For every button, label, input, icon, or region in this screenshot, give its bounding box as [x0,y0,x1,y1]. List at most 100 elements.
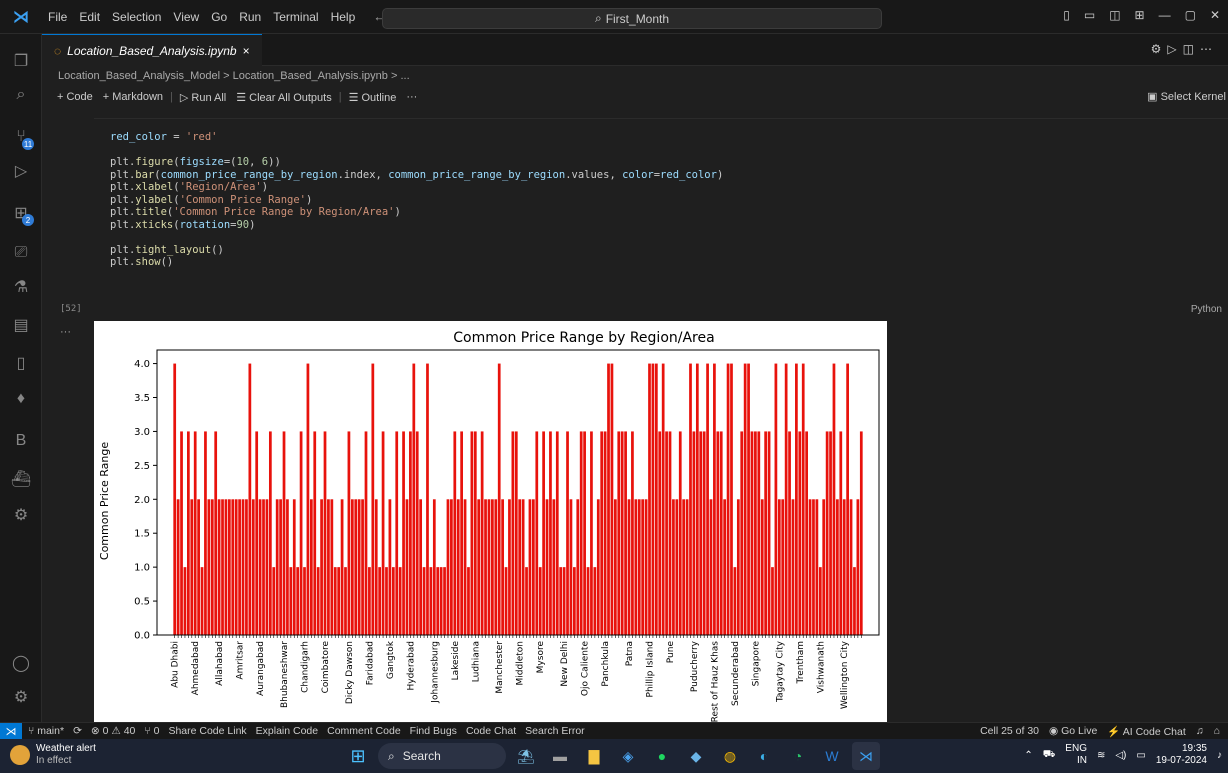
close-icon[interactable]: ✕ [1210,8,1220,22]
output-menu-button[interactable]: ··· [60,326,71,338]
chart-bar [525,567,528,635]
app-icon[interactable]: ◆ [682,742,710,770]
clock[interactable]: 19:35 19-07-2024 [1156,743,1207,767]
command-center-search[interactable]: ⌕ First_Month [382,8,882,29]
weather-alert-icon [10,745,30,765]
run-icon[interactable]: ▷ [1167,42,1182,56]
wifi-icon[interactable]: ≋ [1097,750,1105,761]
editor-tab-bar: ◌ Location_Based_Analysis.ipynb × ⚙▷◫⋯ [42,34,1228,66]
comment-code[interactable]: Comment Code [327,725,401,737]
cell-language[interactable]: Python [1191,304,1222,315]
chart-bar [234,499,238,635]
extensions-icon[interactable]: ⊞ 2 [8,200,34,226]
explain-code[interactable]: Explain Code [256,725,318,737]
clear-outputs-button[interactable]: ☰ Clear All Outputs [231,91,336,104]
search-error[interactable]: Search Error [525,725,585,737]
toggle-sidebar-icon[interactable]: ▯ [1063,8,1070,22]
menu-edit[interactable]: Edit [73,10,106,24]
split-editor-icon[interactable]: ◫ [1183,42,1200,56]
toggle-panel-icon[interactable]: ▭ [1084,8,1095,22]
code-cell[interactable]: red_color = 'red' plt.figure(figsize=(10… [94,118,1228,316]
sync-icon[interactable]: ⟳ [73,725,82,737]
menu-go[interactable]: Go [205,10,233,24]
accounts-icon[interactable]: ◯ [8,650,34,676]
chrome-icon[interactable]: ◍ [716,742,744,770]
source-control-icon[interactable]: ⑂ 11 [8,124,34,150]
find-bugs[interactable]: Find Bugs [410,725,457,737]
search-icon[interactable]: ⌕ [8,82,34,108]
tray-chevron-icon[interactable]: ⌃ [1024,750,1032,761]
menu-run[interactable]: Run [233,10,267,24]
tab-location-based-analysis[interactable]: ◌ Location_Based_Analysis.ipynb × [42,34,262,66]
spotify-icon[interactable]: ● [648,742,676,770]
settings-gear-icon[interactable]: ⚙ [8,684,34,710]
menu-file[interactable]: File [42,10,73,24]
tab-label: Location_Based_Analysis.ipynb [67,43,237,58]
chart-bar [665,431,668,635]
editor-scrollbar[interactable] [1220,312,1228,722]
share-code-link[interactable]: Share Code Link [168,725,246,737]
menu-help[interactable]: Help [325,10,362,24]
copilot-icon[interactable]: ⌂ [1214,725,1220,738]
language-indicator[interactable]: ENG IN [1065,743,1087,767]
notifications-bell-icon[interactable]: ♫ [1196,725,1204,738]
more-actions-icon[interactable]: ⋯ [1200,42,1218,56]
extension-gear-icon[interactable]: ⚙ [8,502,34,528]
battery-icon[interactable]: ▭ [1136,750,1145,761]
chart-bar [231,499,235,635]
layout-icon[interactable]: ⊞ [1135,8,1145,22]
notebook-toolbar: + Code + Markdown | ▷ Run All ☰ Clear Al… [42,86,1228,108]
ports-indicator[interactable]: ⑂ 0 [144,725,159,737]
toolbar-more-button[interactable]: ··· [401,91,422,103]
add-code-button[interactable]: + Code [52,91,98,103]
toggle-secondary-sidebar-icon[interactable]: ◫ [1109,8,1120,22]
code-chat[interactable]: Code Chat [466,725,516,737]
volume-icon[interactable]: ◁) [1115,750,1126,761]
y-tick-label: 2.5 [134,461,150,472]
vscode-taskbar-icon[interactable]: ⋊ [852,742,880,770]
maximize-icon[interactable]: ▢ [1185,8,1196,22]
minimize-icon[interactable]: — [1159,8,1171,22]
add-markdown-button[interactable]: + Markdown [98,91,168,103]
remote-indicator-icon[interactable]: ⋊ [0,722,22,740]
testing-icon[interactable]: ⚗ [8,274,34,300]
weather-widget[interactable]: Weather alert In effect [10,743,96,767]
select-kernel-button[interactable]: ▣ Select Kernel [1147,90,1226,103]
edge-icon[interactable]: ◐ [750,742,778,770]
run-all-button[interactable]: ▷ Run All [175,91,231,104]
windows-start-icon[interactable]: ⊞ [344,742,372,770]
tray-app-icon[interactable]: ⛟ [1043,749,1056,762]
menu-selection[interactable]: Selection [106,10,167,24]
chart-bar [610,363,614,635]
problems-indicator[interactable]: ⊗ 0 ⚠ 40 [91,725,135,737]
page-icon[interactable]: ▯ [8,350,34,376]
store-icon[interactable]: ◈ [614,742,642,770]
whatsapp-icon[interactable]: ◔ [784,742,812,770]
remote-explorer-icon[interactable]: ⎚ [8,240,34,266]
ai-code-chat-button[interactable]: ⚡ AI Code Chat [1107,725,1185,738]
go-live-button[interactable]: ◉ Go Live [1049,725,1097,738]
leaf-icon[interactable]: ♦ [8,386,34,412]
task-view-icon[interactable]: ▬ [546,742,574,770]
cell-position[interactable]: Cell 25 of 30 [980,725,1039,738]
file-explorer-icon[interactable]: ▇ [580,742,608,770]
notification-icon[interactable]: ♪ [1217,750,1222,761]
taskbar-search[interactable]: ⌕ Search [378,743,506,769]
chart-bar [743,363,747,635]
branch-indicator[interactable]: ⑂ main* [28,725,64,737]
menu-terminal[interactable]: Terminal [267,10,324,24]
language-sub-label: IN [1076,755,1087,766]
widgets-icon[interactable]: ⛱ [512,742,540,770]
code-editor[interactable]: red_color = 'red' plt.figure(figsize=(10… [110,131,723,269]
menu-view[interactable]: View [167,10,205,24]
docker-icon[interactable]: ⛴ [8,466,34,492]
b-extension-icon[interactable]: B [8,428,34,454]
run-debug-icon[interactable]: ▷ [8,158,34,184]
breadcrumb[interactable]: Location_Based_Analysis_Model > Location… [58,70,410,82]
settings-icon[interactable]: ⚙ [1151,42,1168,56]
tab-close-button[interactable]: × [243,44,250,58]
outline-button[interactable]: ☰ Outline [344,91,402,104]
word-icon[interactable]: W [818,742,846,770]
notebook-icon[interactable]: ▤ [8,312,34,338]
explorer-icon[interactable]: ❐ [8,48,34,74]
